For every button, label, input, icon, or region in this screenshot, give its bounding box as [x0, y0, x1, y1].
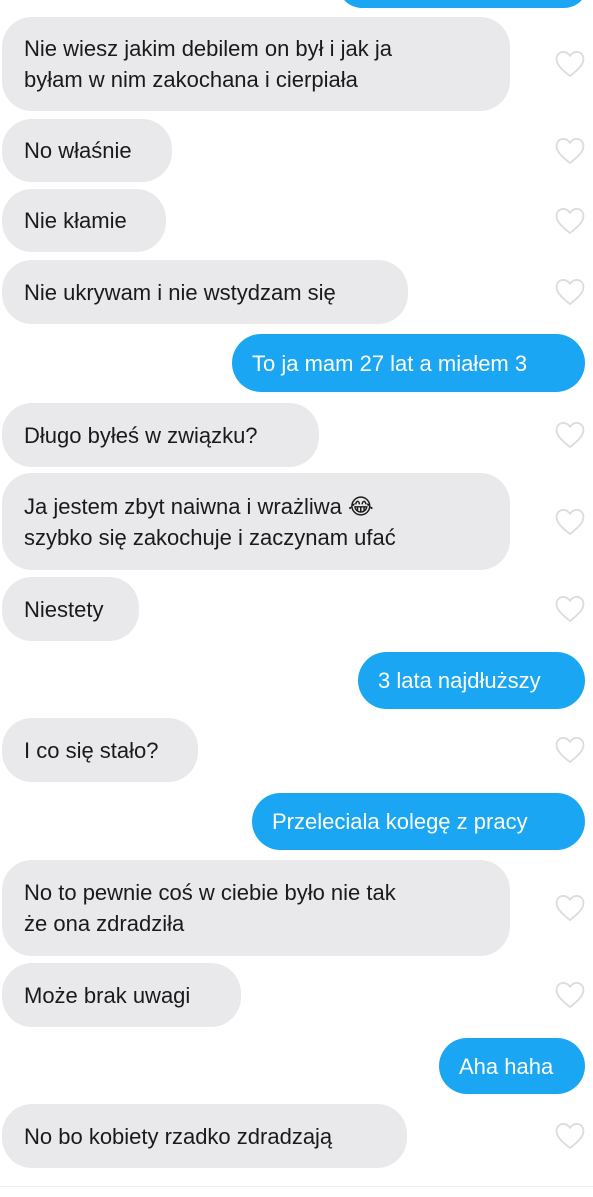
sent-message-bubble-partial: [338, 0, 588, 8]
chat-thread: Nie wiesz jakim debilem on był i jak ja …: [0, 0, 593, 1197]
sent-message-bubble[interactable]: To ja mam 27 lat a miałem 3: [232, 334, 585, 392]
received-message-bubble[interactable]: No bo kobiety rzadko zdradzają: [2, 1104, 407, 1168]
heart-outline-icon[interactable]: [553, 275, 587, 309]
received-message-bubble[interactable]: No właśnie: [2, 119, 172, 182]
received-message-bubble[interactable]: Nie kłamie: [2, 189, 166, 252]
received-message-bubble[interactable]: Długo byłeś w związku?: [2, 403, 319, 467]
sent-message-bubble[interactable]: Aha haha: [439, 1038, 585, 1094]
sent-message-bubble[interactable]: 3 lata najdłuższy: [358, 652, 585, 709]
received-message-bubble[interactable]: Może brak uwagi: [2, 963, 241, 1027]
heart-outline-icon[interactable]: [553, 505, 587, 539]
received-message-bubble[interactable]: Nie wiesz jakim debilem on był i jak ja …: [2, 17, 510, 111]
heart-outline-icon[interactable]: [553, 47, 587, 81]
heart-outline-icon[interactable]: [553, 418, 587, 452]
heart-outline-icon[interactable]: [553, 733, 587, 767]
received-message-bubble[interactable]: No to pewnie coś w ciebie było nie tak ż…: [2, 860, 510, 956]
heart-outline-icon[interactable]: [553, 978, 587, 1012]
sent-message-bubble[interactable]: Przeleciala kolegę z pracy: [252, 793, 585, 850]
heart-outline-icon[interactable]: [553, 891, 587, 925]
heart-outline-icon[interactable]: [553, 134, 587, 168]
received-message-bubble[interactable]: I co się stało?: [2, 718, 198, 782]
received-message-bubble[interactable]: Nie ukrywam i nie wstydzam się: [2, 260, 408, 324]
heart-outline-icon[interactable]: [553, 592, 587, 626]
heart-outline-icon[interactable]: [553, 204, 587, 238]
received-message-bubble[interactable]: Ja jestem zbyt naiwna i wrażliwa 😂 szybk…: [2, 473, 510, 570]
divider: [0, 1186, 593, 1187]
received-message-bubble[interactable]: Niestety: [2, 577, 139, 641]
heart-outline-icon[interactable]: [553, 1119, 587, 1153]
